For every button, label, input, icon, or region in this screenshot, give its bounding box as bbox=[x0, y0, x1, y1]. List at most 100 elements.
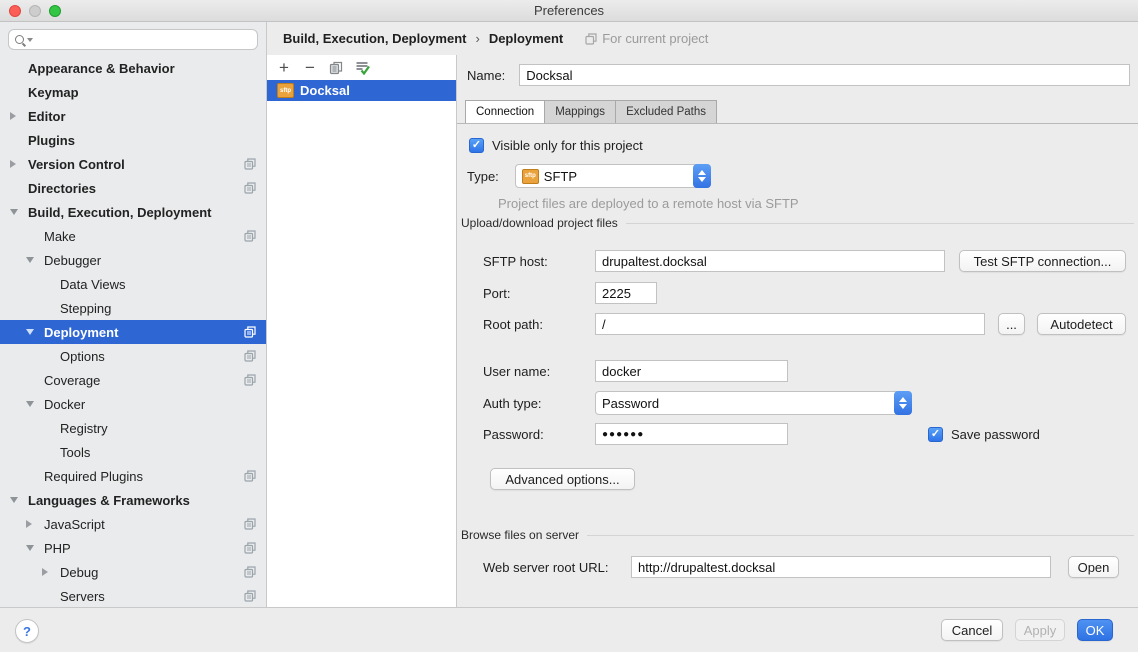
autodetect-button[interactable]: Autodetect bbox=[1037, 313, 1126, 335]
browse-root-path-button[interactable]: ... bbox=[998, 313, 1025, 335]
name-input[interactable] bbox=[519, 64, 1130, 86]
breadcrumb: Build, Execution, Deployment › Deploymen… bbox=[267, 22, 1138, 55]
sidebar-item-debug[interactable]: Debug bbox=[0, 560, 266, 584]
chevron-right-icon[interactable] bbox=[42, 568, 60, 576]
preferences-window: Preferences Appearance & BehaviorKeymapE… bbox=[0, 0, 1138, 652]
advanced-options-button[interactable]: Advanced options... bbox=[490, 468, 635, 490]
chevron-down-icon[interactable] bbox=[26, 329, 44, 335]
password-input[interactable] bbox=[595, 423, 788, 445]
sidebar-item-php[interactable]: PHP bbox=[0, 536, 266, 560]
dropdown-stepper-icon[interactable] bbox=[693, 164, 711, 188]
browse-group-header: Browse files on server bbox=[461, 528, 1134, 542]
copy-server-button[interactable] bbox=[329, 61, 343, 75]
server-list-toolbar: + − bbox=[267, 55, 456, 80]
sidebar-item-registry[interactable]: Registry bbox=[0, 416, 266, 440]
chevron-down-icon[interactable] bbox=[10, 209, 28, 215]
sidebar-item-label: Plugins bbox=[28, 133, 75, 148]
deployment-form: Name: ConnectionMappingsExcluded Paths ✓… bbox=[457, 55, 1138, 607]
sidebar-item-plugins[interactable]: Plugins bbox=[0, 128, 266, 152]
sidebar-item-appearance-behavior[interactable]: Appearance & Behavior bbox=[0, 56, 266, 80]
visible-only-checkbox[interactable]: ✓ bbox=[469, 138, 484, 153]
save-password-checkbox[interactable]: ✓ bbox=[928, 427, 943, 442]
root-path-label: Root path: bbox=[483, 317, 595, 332]
tab-mappings[interactable]: Mappings bbox=[545, 101, 616, 123]
port-label: Port: bbox=[483, 286, 595, 301]
breadcrumb-section[interactable]: Build, Execution, Deployment bbox=[283, 31, 466, 46]
tab-excluded-paths[interactable]: Excluded Paths bbox=[616, 101, 716, 123]
sftp-type-icon: sftp bbox=[522, 169, 539, 184]
sidebar-item-label: Languages & Frameworks bbox=[28, 493, 190, 508]
sidebar-item-docker[interactable]: Docker bbox=[0, 392, 266, 416]
ok-button[interactable]: OK bbox=[1077, 619, 1113, 641]
root-path-input[interactable] bbox=[595, 313, 985, 335]
tab-connection[interactable]: Connection bbox=[466, 101, 545, 123]
chevron-down-icon[interactable] bbox=[26, 545, 44, 551]
open-button[interactable]: Open bbox=[1068, 556, 1119, 578]
sidebar-item-javascript[interactable]: JavaScript bbox=[0, 512, 266, 536]
sidebar-item-label: Servers bbox=[60, 589, 105, 604]
type-dropdown[interactable]: sftp SFTP bbox=[515, 164, 711, 188]
per-project-icon bbox=[244, 158, 256, 170]
server-list-item-docksal[interactable]: sftp Docksal bbox=[267, 80, 456, 101]
user-name-label: User name: bbox=[483, 364, 595, 379]
auth-type-dropdown[interactable]: Password bbox=[595, 391, 912, 415]
sidebar-item-tools[interactable]: Tools bbox=[0, 440, 266, 464]
chevron-right-icon[interactable] bbox=[10, 160, 28, 168]
sidebar-item-build-execution-deployment[interactable]: Build, Execution, Deployment bbox=[0, 200, 266, 224]
chevron-down-icon[interactable] bbox=[10, 497, 28, 503]
sidebar-item-servers[interactable]: Servers bbox=[0, 584, 266, 608]
sidebar-item-coverage[interactable]: Coverage bbox=[0, 368, 266, 392]
dropdown-stepper-icon[interactable] bbox=[894, 391, 912, 415]
per-project-icon bbox=[585, 33, 597, 45]
per-project-icon bbox=[244, 542, 256, 554]
sftp-host-label: SFTP host: bbox=[483, 254, 595, 269]
sidebar-item-label: Make bbox=[44, 229, 76, 244]
sidebar-item-languages-frameworks[interactable]: Languages & Frameworks bbox=[0, 488, 266, 512]
tab-strip: ConnectionMappingsExcluded Paths bbox=[465, 100, 717, 123]
settings-search-box[interactable] bbox=[8, 29, 258, 50]
auth-type-value: Password bbox=[602, 396, 889, 411]
sftp-host-input[interactable] bbox=[595, 250, 945, 272]
minimize-window-button[interactable] bbox=[29, 5, 41, 17]
group-divider bbox=[587, 535, 1134, 536]
auth-type-label: Auth type: bbox=[483, 396, 595, 411]
settings-sidebar: Appearance & BehaviorKeymapEditor Plugins… bbox=[0, 22, 267, 607]
breadcrumb-separator: › bbox=[475, 31, 479, 46]
chevron-down-icon[interactable] bbox=[26, 401, 44, 407]
sidebar-item-options[interactable]: Options bbox=[0, 344, 266, 368]
chevron-right-icon[interactable] bbox=[10, 112, 28, 120]
sidebar-item-directories[interactable]: Directories bbox=[0, 176, 266, 200]
per-project-icon bbox=[244, 590, 256, 602]
user-name-input[interactable] bbox=[595, 360, 788, 382]
group-divider bbox=[626, 223, 1134, 224]
port-input[interactable] bbox=[595, 282, 657, 304]
sidebar-item-stepping[interactable]: Stepping bbox=[0, 296, 266, 320]
sidebar-item-label: Data Views bbox=[60, 277, 126, 292]
apply-button[interactable]: Apply bbox=[1015, 619, 1065, 641]
sidebar-item-make[interactable]: Make bbox=[0, 224, 266, 248]
help-button[interactable]: ? bbox=[15, 619, 39, 643]
zoom-window-button[interactable] bbox=[49, 5, 61, 17]
sidebar-item-required-plugins[interactable]: Required Plugins bbox=[0, 464, 266, 488]
chevron-right-icon[interactable] bbox=[26, 520, 44, 528]
per-project-icon bbox=[244, 518, 256, 530]
add-server-button[interactable]: + bbox=[277, 55, 291, 80]
web-root-input[interactable] bbox=[631, 556, 1051, 578]
close-window-button[interactable] bbox=[9, 5, 21, 17]
breadcrumb-page: Deployment bbox=[489, 31, 563, 46]
sidebar-item-keymap[interactable]: Keymap bbox=[0, 80, 266, 104]
use-as-default-button[interactable] bbox=[355, 61, 370, 75]
sidebar-item-label: Registry bbox=[60, 421, 108, 436]
sidebar-item-deployment[interactable]: Deployment bbox=[0, 320, 266, 344]
search-filter-caret-icon[interactable] bbox=[27, 38, 33, 42]
cancel-button[interactable]: Cancel bbox=[941, 619, 1003, 641]
test-sftp-connection-button[interactable]: Test SFTP connection... bbox=[959, 250, 1126, 272]
sidebar-item-data-views[interactable]: Data Views bbox=[0, 272, 266, 296]
sidebar-item-version-control[interactable]: Version Control bbox=[0, 152, 266, 176]
sidebar-item-editor[interactable]: Editor bbox=[0, 104, 266, 128]
remove-server-button[interactable]: − bbox=[303, 55, 317, 80]
sidebar-item-debugger[interactable]: Debugger bbox=[0, 248, 266, 272]
search-input[interactable] bbox=[38, 33, 251, 47]
chevron-down-icon[interactable] bbox=[26, 257, 44, 263]
per-project-icon bbox=[244, 182, 256, 194]
